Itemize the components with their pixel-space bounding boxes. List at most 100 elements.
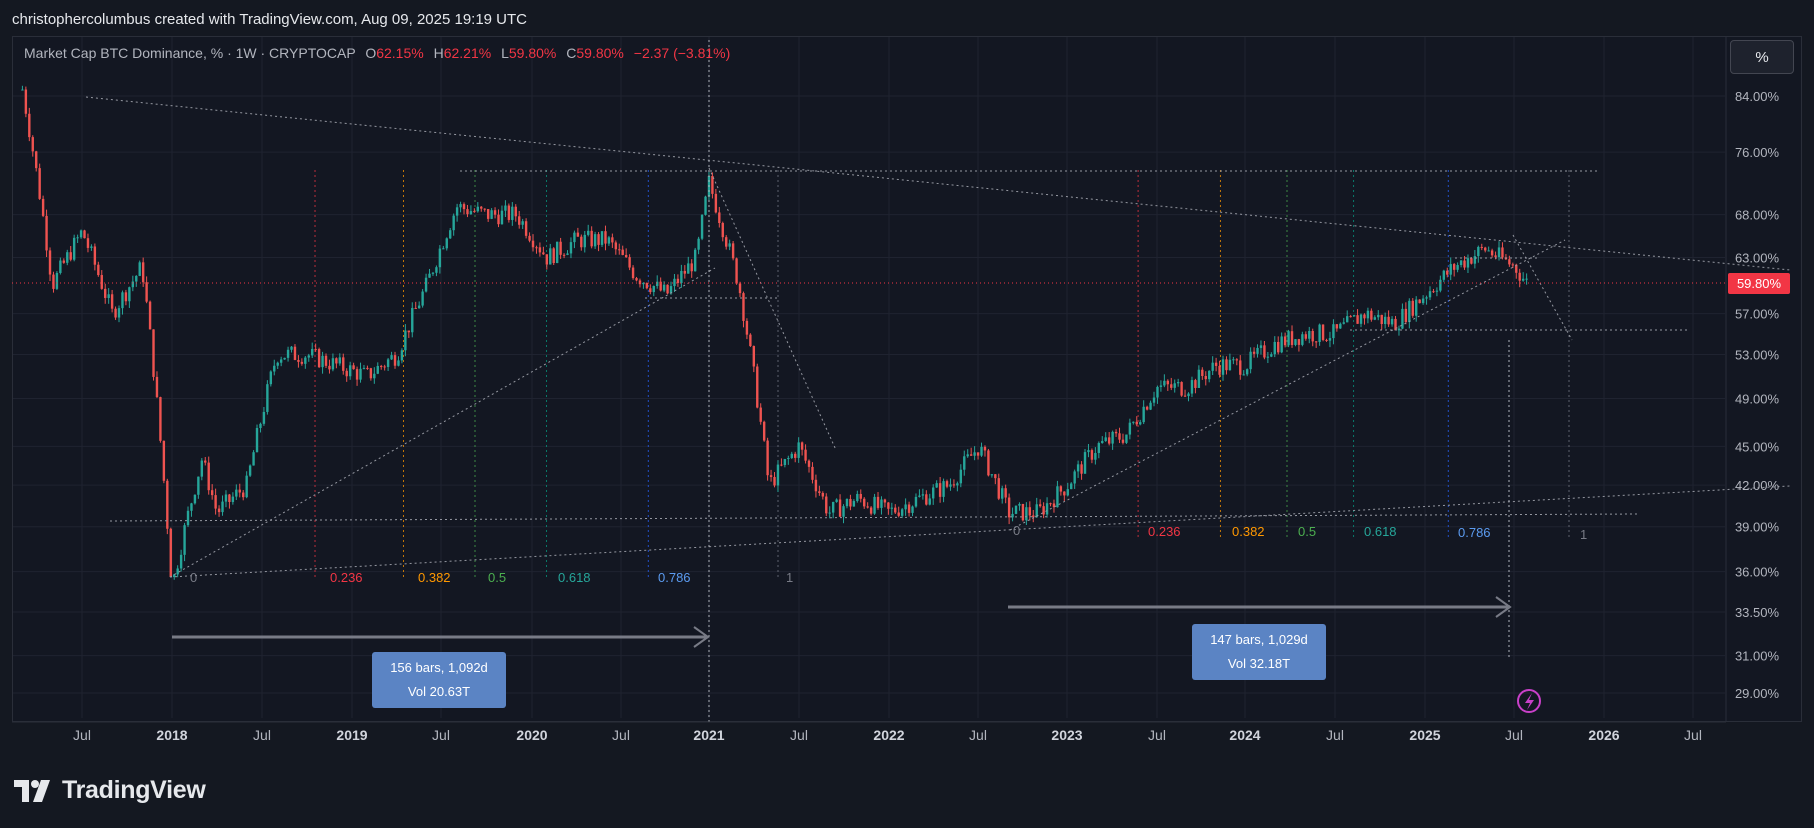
- candle-body: [852, 501, 856, 507]
- candle-body: [28, 113, 31, 138]
- candle-body: [518, 216, 521, 225]
- candle-body: [490, 210, 493, 219]
- candle-body: [493, 210, 497, 215]
- candle-body: [1328, 338, 1332, 341]
- candle-body: [945, 481, 949, 487]
- candle-body: [1104, 437, 1107, 441]
- descending-trendline[interactable]: [85, 96, 1791, 271]
- candle-body: [390, 355, 393, 360]
- fib-right-0618: 0.618: [1364, 524, 1397, 539]
- candle-body: [1497, 247, 1501, 258]
- symbol-name: Market Cap BTC Dominance, % · 1W · CRYPT…: [24, 45, 356, 61]
- candle-body: [186, 510, 190, 526]
- candle-body: [942, 481, 945, 497]
- measure-box-1[interactable]: 156 bars, 1,092d Vol 20.63T: [372, 652, 506, 708]
- drop-projection-2021[interactable]: [708, 167, 837, 451]
- candle-body: [1283, 336, 1287, 346]
- candle-body: [904, 504, 907, 510]
- last-price-tag: 59.80%: [1728, 273, 1790, 294]
- candle-body: [842, 506, 845, 517]
- candle-body: [959, 469, 963, 484]
- candle-body: [1425, 297, 1428, 299]
- candle-body: [293, 346, 297, 360]
- fib-right-0236: 0.236: [1148, 524, 1181, 539]
- measure-arrow-1[interactable]: [172, 626, 710, 648]
- candle-body: [166, 480, 169, 529]
- lower-support-line[interactable]: [169, 485, 1791, 578]
- candle-body: [1208, 370, 1211, 380]
- measure-arrow-2[interactable]: [1008, 596, 1512, 618]
- candle-body: [414, 307, 417, 309]
- x-tick-label: 2022: [873, 727, 904, 743]
- rising-trendline-2018[interactable]: [169, 267, 716, 578]
- candle-body: [1304, 334, 1308, 339]
- candle-body: [1032, 515, 1035, 518]
- candle-body: [900, 509, 904, 516]
- fib-right-0: 0: [1013, 523, 1020, 538]
- fib-left-05: 0.5: [488, 570, 506, 585]
- tradingview-logo[interactable]: TradingView: [14, 776, 206, 805]
- candle-body: [1063, 491, 1066, 496]
- candle-body: [618, 249, 621, 251]
- candle-body: [435, 267, 438, 273]
- candle-body: [845, 498, 849, 507]
- candle-body: [1225, 359, 1228, 371]
- percent-scale-button[interactable]: %: [1730, 40, 1794, 74]
- candle-body: [1321, 324, 1325, 340]
- x-tick-label: 2026: [1588, 727, 1619, 743]
- measure-box-2[interactable]: 147 bars, 1,029d Vol 32.18T: [1192, 624, 1326, 680]
- candle-body: [1525, 278, 1528, 280]
- candle-body: [466, 209, 469, 215]
- candle-body: [983, 446, 987, 451]
- candle-body: [1277, 341, 1280, 353]
- candle-body: [673, 278, 676, 287]
- candle-body: [731, 243, 735, 259]
- candle-body: [86, 238, 90, 248]
- candle-body: [604, 231, 607, 244]
- candle-body: [1259, 345, 1263, 348]
- bottom-horizontal-line[interactable]: [109, 513, 1639, 522]
- candle-body: [504, 205, 507, 211]
- candle-body: [455, 207, 459, 216]
- candle-body: [300, 361, 304, 364]
- candle-body: [1428, 291, 1432, 298]
- candle-body: [1256, 347, 1259, 354]
- candle-body: [411, 307, 414, 333]
- candle-body: [683, 270, 687, 274]
- candle-body: [1439, 279, 1442, 291]
- candle-body: [1087, 450, 1090, 453]
- candle-body: [818, 491, 821, 493]
- candle-body: [314, 348, 317, 350]
- candle-body: [52, 274, 55, 289]
- candle-body: [338, 357, 342, 364]
- candle-body: [424, 277, 428, 292]
- candle-body: [1080, 464, 1083, 474]
- open-value: 62.15%: [376, 45, 424, 61]
- price-chart[interactable]: 156 bars, 1,092d Vol 20.63T 147 bars, 1,…: [0, 0, 1814, 828]
- candle-body: [721, 223, 724, 238]
- candle-body: [1456, 265, 1459, 270]
- candle-body: [1097, 443, 1101, 453]
- candle-body: [1007, 497, 1011, 518]
- x-tick-label: 2018: [156, 727, 187, 743]
- candle-body: [756, 366, 759, 408]
- projection-2025[interactable]: [1512, 234, 1573, 341]
- candle-body: [224, 494, 228, 502]
- candle-body: [431, 272, 435, 274]
- candle-body: [104, 288, 107, 298]
- x-tick-label: Jul: [969, 727, 987, 743]
- candle-body: [486, 209, 490, 219]
- candle-body: [1287, 331, 1290, 346]
- candle-body: [355, 369, 359, 380]
- candle-body: [1170, 384, 1173, 388]
- x-tick-label: 2019: [336, 727, 367, 743]
- candle-body: [749, 334, 752, 347]
- candle-body: [1280, 336, 1283, 353]
- candle-body: [769, 475, 773, 477]
- candle-body: [352, 365, 355, 370]
- candle-body: [776, 464, 780, 486]
- low-label: L: [501, 45, 509, 61]
- x-tick-label: Jul: [432, 727, 450, 743]
- candle-body: [1484, 247, 1487, 251]
- candle-body: [1159, 385, 1163, 387]
